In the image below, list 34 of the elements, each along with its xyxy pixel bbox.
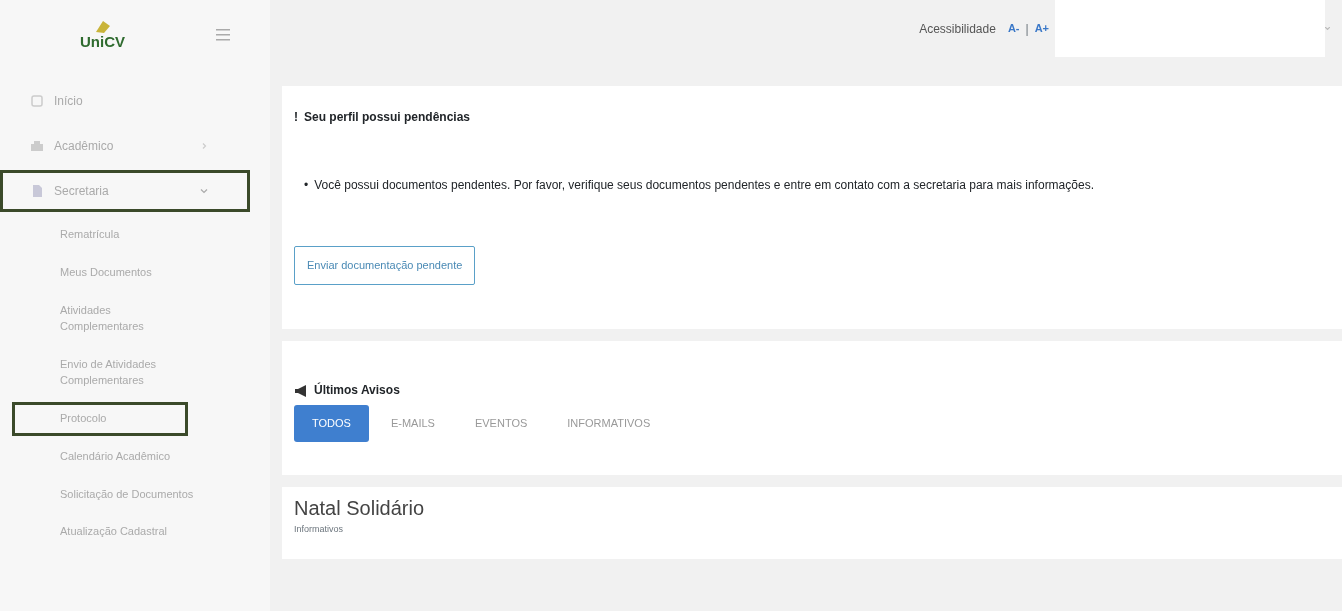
chevron-icon [200, 142, 208, 150]
sidebar-subitem[interactable]: Atividades Complementares [0, 293, 210, 344]
post-title: Natal Solidário [294, 496, 426, 521]
notices-title: Últimos Avisos [314, 381, 400, 399]
font-increase-link[interactable]: A+ [1034, 20, 1049, 37]
exclamation-icon: ! [294, 108, 298, 126]
bullet: • [304, 177, 309, 194]
tab[interactable]: E-MAILS [372, 405, 453, 442]
send-documents-button[interactable]: Enviar documentação pendente [294, 246, 476, 285]
sidebar-subitem[interactable]: Atualização Cadastral [0, 515, 210, 550]
font-decrease-link[interactable]: A- [1007, 20, 1020, 37]
logo[interactable]: UniCV [80, 19, 125, 49]
home-icon [30, 94, 44, 108]
tab[interactable]: EVENTOS [456, 405, 546, 442]
tab[interactable]: TODOS [294, 405, 369, 442]
post-category: Informativos [294, 523, 345, 536]
chevron-icon [200, 187, 208, 195]
sidebar-subitem[interactable]: Rematrícula [0, 218, 210, 252]
alert-title: Seu perfil possui pendências [304, 109, 471, 126]
sidebar-item[interactable]: Início [0, 80, 250, 122]
building-icon [30, 139, 44, 153]
sidebar-subitem[interactable]: Calendário Acadêmico [0, 439, 210, 474]
tab[interactable]: INFORMATIVOS [549, 405, 669, 442]
separator: | [1025, 20, 1029, 38]
sidebar-item[interactable]: Secretaria [0, 170, 250, 212]
sidebar-item[interactable]: Acadêmico [0, 125, 250, 167]
accessibility-label: Acessibilidade [919, 20, 996, 38]
sidebar-subitem[interactable]: Solicitação de Documentos [0, 477, 210, 512]
alert-message: Você possui documentos pendentes. Por favor, verifique seus documentos pendentes e entre em contato com a secretaria para mais informações. [314, 177, 1094, 194]
caret-icon [1325, 27, 1330, 30]
document-icon [30, 184, 44, 198]
sidebar-subitem[interactable]: Envio de Atividades Complementares [0, 347, 210, 398]
sidebar-subitem[interactable]: Protocolo [12, 401, 188, 436]
sidebar-subitem[interactable]: Meus Documentos [0, 255, 210, 290]
